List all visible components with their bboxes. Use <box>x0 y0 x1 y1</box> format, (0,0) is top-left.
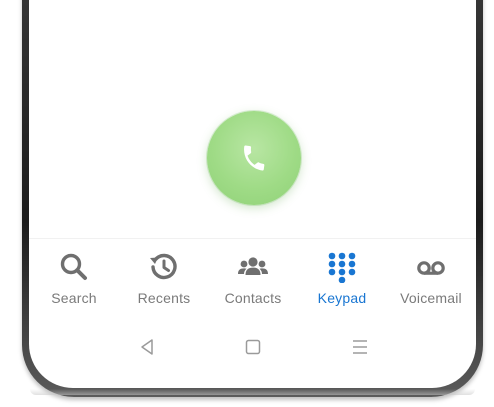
voicemail-icon <box>414 250 448 284</box>
tab-divider <box>29 238 476 239</box>
tab-label: Recents <box>137 290 191 306</box>
contacts-icon <box>236 250 270 284</box>
search-icon <box>57 250 91 284</box>
tab-recents[interactable]: Recents <box>119 246 209 308</box>
history-icon <box>147 250 181 284</box>
bottom-tab-bar: Search Recents Contacts Keypad Voicemail <box>29 246 476 308</box>
system-nav-bar <box>29 330 476 364</box>
tab-label: Keypad <box>317 290 367 306</box>
tab-voicemail[interactable]: Voicemail <box>386 246 476 308</box>
phone-icon <box>244 145 265 171</box>
tab-contacts[interactable]: Contacts <box>208 246 298 308</box>
menu-icon[interactable] <box>349 336 371 358</box>
home-icon[interactable] <box>242 336 264 358</box>
tab-search[interactable]: Search <box>29 246 119 308</box>
tab-label: Contacts <box>224 290 282 306</box>
tab-label: Search <box>51 290 97 306</box>
tab-label: Voicemail <box>400 290 462 306</box>
back-icon[interactable] <box>136 336 158 358</box>
call-button[interactable] <box>207 111 301 205</box>
keypad-icon <box>325 250 359 284</box>
tab-keypad[interactable]: Keypad <box>297 246 387 308</box>
